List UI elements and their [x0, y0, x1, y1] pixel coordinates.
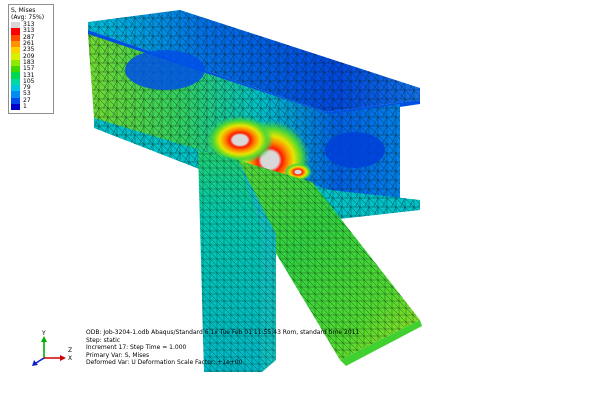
legend-value: 1: [23, 103, 27, 110]
legend-title: S, Mises: [11, 7, 36, 14]
x-axis-icon: [44, 355, 66, 361]
axis-triad: Y X Z: [32, 330, 72, 366]
increment-info: Increment 17: Step Time = 1.000: [86, 344, 187, 352]
primary-var-info: Primary Var: S, Mises: [86, 351, 150, 359]
z-axis-label: Z: [68, 347, 72, 354]
legend-averaging: (Avg: 75%): [11, 14, 45, 21]
z-axis-icon: [32, 357, 45, 366]
legend-swatch: [11, 103, 20, 111]
legend-entry: 1: [11, 103, 51, 111]
stress-legend: S, Mises (Avg: 75%) 313 313 287 261 235 209 18…: [8, 4, 54, 115]
x-axis-label: X: [68, 355, 72, 362]
info-block: ODB: Job-3204-1.odb Abaqus/Standard 6.1x…: [86, 329, 359, 367]
odb-info: ODB: Job-3204-1.odb Abaqus/Standard 6.1x…: [86, 329, 360, 336]
step-info: Step: static: [86, 336, 121, 344]
legend-entries: 313 313 287 261 235 209 183 157 131 105 79 53 27 1: [11, 22, 51, 111]
y-axis-label: Y: [41, 330, 46, 337]
y-axis-icon: [41, 336, 47, 358]
deformed-var-info: Deformed Var: U Deformation Scale Factor…: [86, 359, 243, 367]
